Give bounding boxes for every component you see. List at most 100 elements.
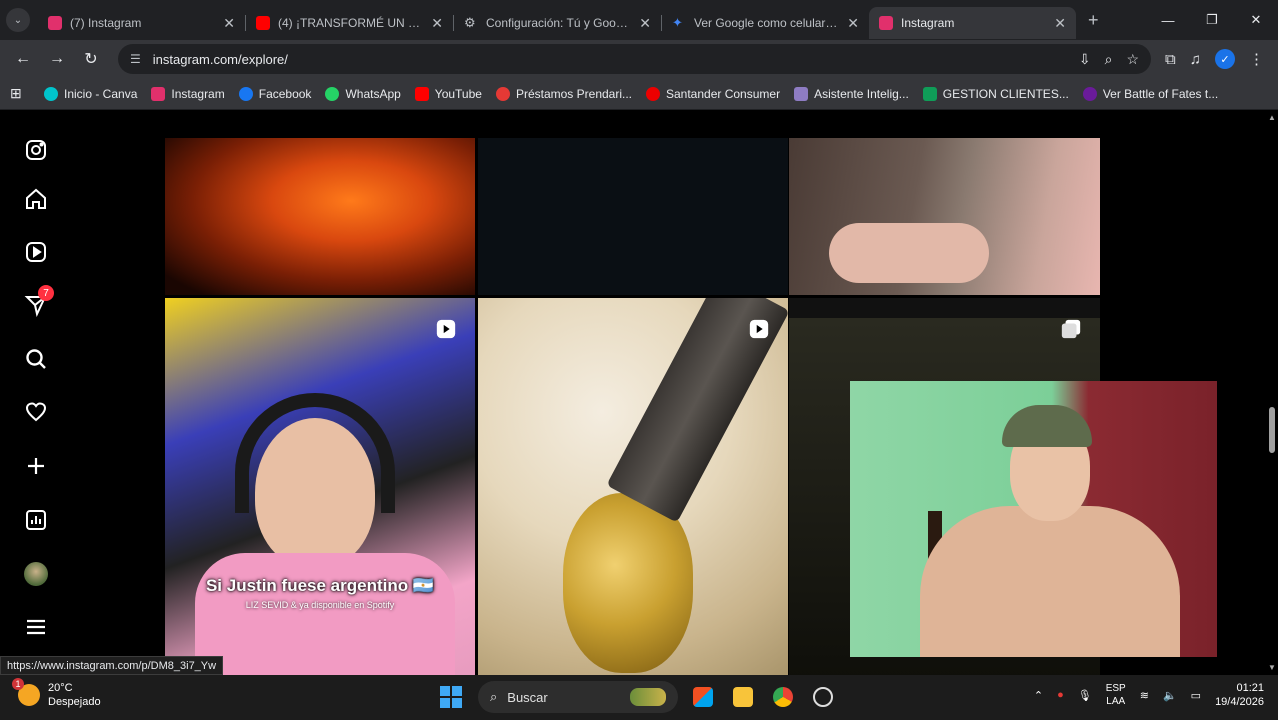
tab-google-mobile[interactable]: ✦ Ver Google como celular en ✕ [662,7,869,39]
hamburger-menu-icon[interactable] [22,613,50,641]
instagram-sidebar: 7 [0,111,74,675]
home-icon[interactable] [22,185,50,213]
tab-instagram-1[interactable]: (7) Instagram ✕ [38,7,245,39]
search-highlight-image [630,688,666,706]
close-tab-icon[interactable]: ✕ [847,15,859,32]
youtube-icon [414,86,429,101]
media-control-icon[interactable]: ♫ [1190,51,1201,68]
reel-subcaption: LIZ SEVID & ya disponible en Spotify [245,600,395,610]
page-scrollbar[interactable]: ▲ ▼ [1266,111,1278,675]
reels-icon[interactable] [22,238,50,266]
site-info-icon[interactable]: ☰ [130,52,141,66]
explore-reel-gold-bread[interactable] [478,298,788,675]
close-tab-icon[interactable]: ✕ [223,15,235,32]
create-plus-icon[interactable] [22,452,50,480]
bookmark-facebook[interactable]: Facebook [238,86,311,101]
clock[interactable]: 01:21 19/4/2026 [1215,681,1264,709]
kebab-menu-icon[interactable]: ⋮ [1249,50,1264,68]
explore-post-fire[interactable] [165,138,475,295]
youtube-favicon-icon [256,16,270,30]
weather-description: Despejado [48,696,101,708]
explore-reel-justin[interactable]: Si Justin fuese argentino 🇦🇷 LIZ SEVID &… [165,298,475,675]
bookmark-gestion[interactable]: GESTION CLIENTES... [922,86,1069,101]
install-app-icon[interactable]: ⇩ [1079,51,1091,68]
instagram-logo-icon[interactable] [22,136,50,164]
scroll-up-arrow-icon[interactable]: ▲ [1268,113,1276,122]
sun-icon: 1 [12,678,40,706]
close-window-icon[interactable]: ✕ [1234,0,1278,40]
search-icon: ⌕ [490,689,498,704]
tab-youtube[interactable]: (4) ¡TRANSFORMÉ UN ROLEX ✕ [246,7,453,39]
restore-icon[interactable]: ❐ [1190,0,1234,40]
language-indicator[interactable]: ESP LAA [1106,682,1126,708]
bookmark-instagram[interactable]: Instagram [151,86,225,101]
webcam-overlay [850,381,1217,657]
explore-post-dog[interactable] [789,138,1100,295]
close-tab-icon[interactable]: ✕ [1054,15,1066,32]
file-explorer-icon[interactable] [728,682,758,712]
bookmarks-bar: ⊞ Inicio - Canva Instagram Facebook What… [0,78,1278,110]
bookmark-canva[interactable]: Inicio - Canva [44,86,137,101]
explore-post-loading[interactable] [478,138,788,295]
scroll-down-arrow-icon[interactable]: ▼ [1268,663,1276,672]
bookmark-youtube[interactable]: YouTube [414,86,482,101]
clock-app-icon[interactable] [808,682,838,712]
new-tab-plus-icon[interactable]: + [1088,10,1099,31]
robot-icon [794,86,809,101]
bookmark-whatsapp[interactable]: WhatsApp [325,86,401,101]
messages-icon[interactable]: 7 [22,285,54,319]
windows-start-icon[interactable] [440,686,462,708]
extensions-puzzle-icon[interactable]: ⧉ [1165,51,1176,68]
volume-icon[interactable]: 🔈 [1163,689,1177,702]
close-tab-icon[interactable]: ✕ [639,15,651,32]
bookmark-santander[interactable]: Santander Consumer [646,86,780,101]
profile-avatar[interactable] [22,560,50,588]
instagram-favicon-icon [879,16,893,30]
weather-widget[interactable]: 1 20°C Despejado [12,678,101,709]
bookmark-battle[interactable]: Ver Battle of Fates t... [1082,86,1218,101]
reel-caption: Si Justin fuese argentino 🇦🇷 [205,576,435,595]
tab-settings[interactable]: ⚙ Configuración: Tú y Google ✕ [454,7,661,39]
instagram-explore-page: 7 Si Justin fuese argentino 🇦🇷 LIZ SEVID… [0,111,1278,675]
address-bar[interactable]: ☰ instagram.com/explore/ ⇩ ⌕ ☆ [118,44,1152,74]
bookmark-prestamos[interactable]: Préstamos Prendari... [495,86,632,101]
date: 19/4/2026 [1215,696,1264,708]
tab-title: (7) Instagram [70,16,142,30]
search-placeholder: Buscar [507,689,548,705]
close-tab-icon[interactable]: ✕ [431,15,443,32]
reload-icon[interactable]: ↻ [76,44,106,74]
forward-arrow-icon[interactable]: → [42,44,72,74]
scrollbar-thumb[interactable] [1269,407,1275,453]
carousel-icon [1061,319,1081,339]
tab-title: (4) ¡TRANSFORMÉ UN ROLEX [278,16,423,30]
prestamos-icon [495,86,510,101]
profile-avatar-icon[interactable]: ✓ [1215,49,1235,69]
taskbar-search[interactable]: ⌕ Buscar [478,681,678,713]
search-icon[interactable] [22,345,50,373]
link-status-url: https://www.instagram.com/p/DM8_3i7_Yw [0,656,224,675]
sheets-icon [922,86,937,101]
tab-instagram-active[interactable]: Instagram ✕ [869,7,1076,39]
whatsapp-icon [325,86,340,101]
tab-title: Instagram [901,16,955,30]
minimize-icon[interactable]: — [1146,0,1190,40]
tab-search-button[interactable]: ⌄ [6,8,30,32]
sparkle-favicon-icon: ✦ [672,15,683,30]
browser-tab-strip: ⌄ (7) Instagram ✕ (4) ¡TRANSFORMÉ UN ROL… [0,0,1278,40]
battery-icon[interactable]: ▭ [1191,689,1201,702]
dashboard-chart-icon[interactable] [22,506,50,534]
network-alert-icon[interactable]: ● [1057,689,1064,701]
back-arrow-icon[interactable]: ← [8,44,38,74]
zoom-icon[interactable]: ⌕ [1105,51,1113,68]
chrome-icon[interactable] [768,682,798,712]
bookmark-star-icon[interactable]: ☆ [1126,51,1139,68]
tray-chevron-up-icon[interactable]: ⌃ [1034,689,1043,702]
microphone-icon[interactable]: 🎙 [1078,689,1092,702]
wifi-icon[interactable]: ≋ [1140,689,1149,702]
taskbar-apps: ⌕ Buscar [440,681,838,713]
bookmark-asistente[interactable]: Asistente Intelig... [794,86,909,101]
apps-grid-icon[interactable]: ⊞ [10,85,28,102]
store-icon[interactable] [688,682,718,712]
heart-icon[interactable] [22,398,50,426]
gear-icon: ⚙ [464,15,476,30]
